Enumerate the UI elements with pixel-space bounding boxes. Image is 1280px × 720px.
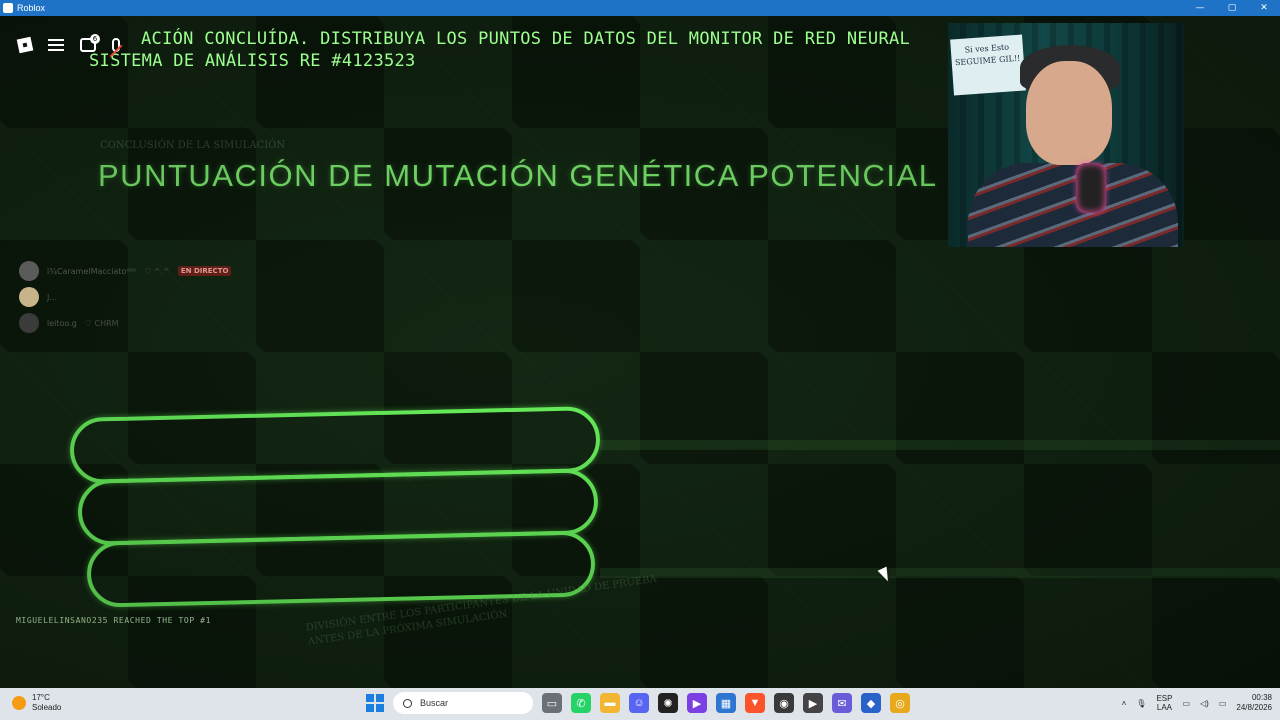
webcam-sign: Si ves Esto SEGUIME GIL!! [950, 34, 1026, 96]
lang-bottom: LAA [1156, 703, 1172, 712]
chat-username: leitoo.g [47, 318, 77, 328]
weather-widget[interactable]: 17°C Soleado [12, 693, 61, 713]
chat-message: leitoo.g ♡ CHRM [19, 310, 231, 336]
window-controls: — ▢ ✕ [1184, 0, 1280, 16]
folder-icon[interactable]: ▬ [600, 693, 620, 713]
terminal-banner: ACIÓN CONCLUÍDA. DISTRIBUYA LOS PUNTOS D… [89, 28, 910, 72]
chat-message: J... [19, 284, 231, 310]
roblox-icon[interactable]: ◆ [861, 693, 881, 713]
volume-icon[interactable]: ◁) [1200, 699, 1209, 708]
chat-tag: ♡ ^.^ [144, 266, 170, 276]
taskbar-search[interactable]: Buscar [393, 692, 533, 714]
scan-line [600, 440, 1280, 450]
messenger-icon[interactable]: ✉ [832, 693, 852, 713]
brave-icon[interactable]: ▼ [745, 693, 765, 713]
search-icon [403, 698, 412, 708]
lang-top: ESP [1156, 694, 1173, 703]
chatgpt-icon[interactable]: ✺ [658, 693, 678, 713]
roblox-topbar: 6 [16, 34, 120, 54]
window-titlebar: Roblox — ▢ ✕ [0, 0, 1280, 16]
battery-icon[interactable]: ▭ [1219, 699, 1227, 708]
clock-date: 24/8/2026 [1236, 703, 1272, 712]
muted-mic-icon[interactable] [112, 38, 120, 52]
discord-icon[interactable]: ☺ [629, 693, 649, 713]
game-viewport[interactable]: 6 ACIÓN CONCLUÍDA. DISTRIBUYA LOS PUNTOS… [0, 16, 1280, 688]
player-icon[interactable]: ▶ [803, 693, 823, 713]
avatar [19, 261, 39, 281]
chrome-icon[interactable]: ◎ [890, 693, 910, 713]
chat-tag: ♡ CHRM [84, 318, 119, 328]
clock-time: 00:38 [1251, 693, 1272, 702]
clapper-icon[interactable]: ▶ [687, 693, 707, 713]
files-icon[interactable]: ▭ [542, 693, 562, 713]
weather-desc: Soleado [32, 703, 62, 712]
close-button[interactable]: ✕ [1248, 0, 1280, 16]
window-title: Roblox [17, 3, 46, 13]
maximize-button[interactable]: ▢ [1216, 0, 1248, 16]
start-button[interactable] [366, 694, 384, 712]
weather-temp: 17°C [32, 693, 50, 702]
search-placeholder: Buscar [420, 698, 449, 708]
obs-icon[interactable]: ◉ [774, 693, 794, 713]
simulation-caption: CONCLUSIÓN DE LA SIMULACIÓN [100, 140, 286, 151]
roblox-menu-icon[interactable] [16, 36, 34, 54]
chat-username: J... [47, 292, 57, 302]
reached-top-message: MIGUELELINSANO235 REACHED THE TOP #1 [16, 616, 211, 625]
rgb-microphone [1076, 163, 1106, 213]
language-indicator[interactable]: ESP LAA [1156, 694, 1172, 712]
system-tray: ˄ 🎙 ESP LAA ▭ ◁) ▭ 00:38 24/8/2026 [1122, 693, 1272, 713]
avatar [19, 287, 39, 307]
streamer-body [968, 163, 1178, 247]
roblox-app-icon [3, 3, 13, 13]
chat-badge: 6 [90, 34, 100, 44]
avatar [19, 313, 39, 333]
chevron-up-icon[interactable]: ˄ [1122, 699, 1127, 708]
clock[interactable]: 00:38 24/8/2026 [1236, 693, 1272, 713]
streamer-face [1026, 61, 1112, 165]
chat-username: ï¾CaramelMacciato⁰⁰ᴬ [47, 266, 137, 276]
hamburger-menu-icon[interactable] [48, 39, 64, 51]
banner-line-1: ACIÓN CONCLUÍDA. DISTRIBUYA LOS PUNTOS D… [141, 29, 911, 49]
chat-message: ï¾CaramelMacciato⁰⁰ᴬ ♡ ^.^ EN DIRECTO [19, 258, 232, 284]
live-badge: EN DIRECTO [177, 266, 232, 276]
minimize-button[interactable]: — [1184, 0, 1216, 16]
network-icon[interactable]: ▭ [1182, 699, 1190, 708]
taskbar-apps: Buscar ▭ ✆ ▬ ☺ ✺ ▶ ▦ ▼ ◉ ▶ ✉ ◆ ◎ [366, 692, 910, 714]
windows-taskbar: 17°C Soleado Buscar ▭ ✆ ▬ ☺ ✺ ▶ ▦ ▼ ◉ ▶ … [0, 688, 1280, 720]
banner-line-2: SISTEMA DE ANÁLISIS RE #4123523 [89, 51, 416, 71]
streamer-webcam: Si ves Esto SEGUIME GIL!! [948, 23, 1184, 247]
whatsapp-icon[interactable]: ✆ [571, 693, 591, 713]
sun-icon [12, 696, 26, 710]
store-icon[interactable]: ▦ [716, 693, 736, 713]
stream-chat-overlay: ï¾CaramelMacciato⁰⁰ᴬ ♡ ^.^ EN DIRECTO J.… [19, 258, 232, 336]
scan-line [600, 568, 1280, 578]
chat-icon[interactable]: 6 [80, 34, 100, 52]
microphone-icon[interactable]: 🎙 [1136, 699, 1146, 708]
mutation-score-headline: PUNTUACIÓN DE MUTACIÓN GENÉTICA POTENCIA… [98, 158, 938, 193]
